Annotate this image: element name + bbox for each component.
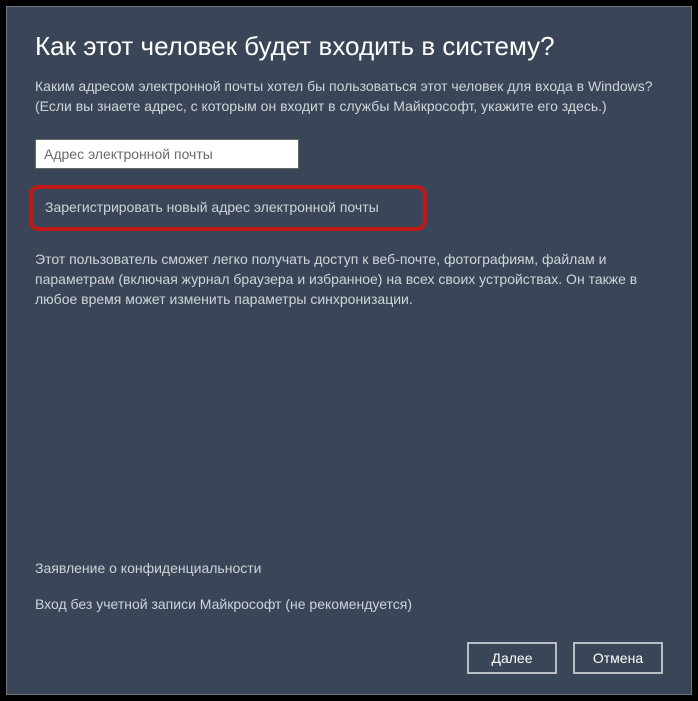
privacy-statement-link[interactable]: Заявление о конфиденциальности: [35, 560, 663, 576]
email-input[interactable]: [35, 139, 299, 169]
sync-info-text: Этот пользователь сможет легко получать …: [35, 249, 663, 310]
register-email-link[interactable]: Зарегистрировать новый адрес электронной…: [45, 199, 379, 215]
register-email-highlight: Зарегистрировать новый адрес электронной…: [29, 185, 427, 231]
next-button[interactable]: Далее: [467, 642, 557, 674]
button-row: Далее Отмена: [35, 642, 663, 674]
add-user-dialog: Как этот человек будет входить в систему…: [6, 6, 692, 695]
dialog-subtitle: Каким адресом электронной почты хотел бы…: [35, 76, 663, 117]
spacer: [35, 310, 663, 560]
sign-in-without-account-link[interactable]: Вход без учетной записи Майкрософт (не р…: [35, 596, 663, 612]
cancel-button[interactable]: Отмена: [573, 642, 663, 674]
dialog-title: Как этот человек будет входить в систему…: [35, 31, 663, 62]
